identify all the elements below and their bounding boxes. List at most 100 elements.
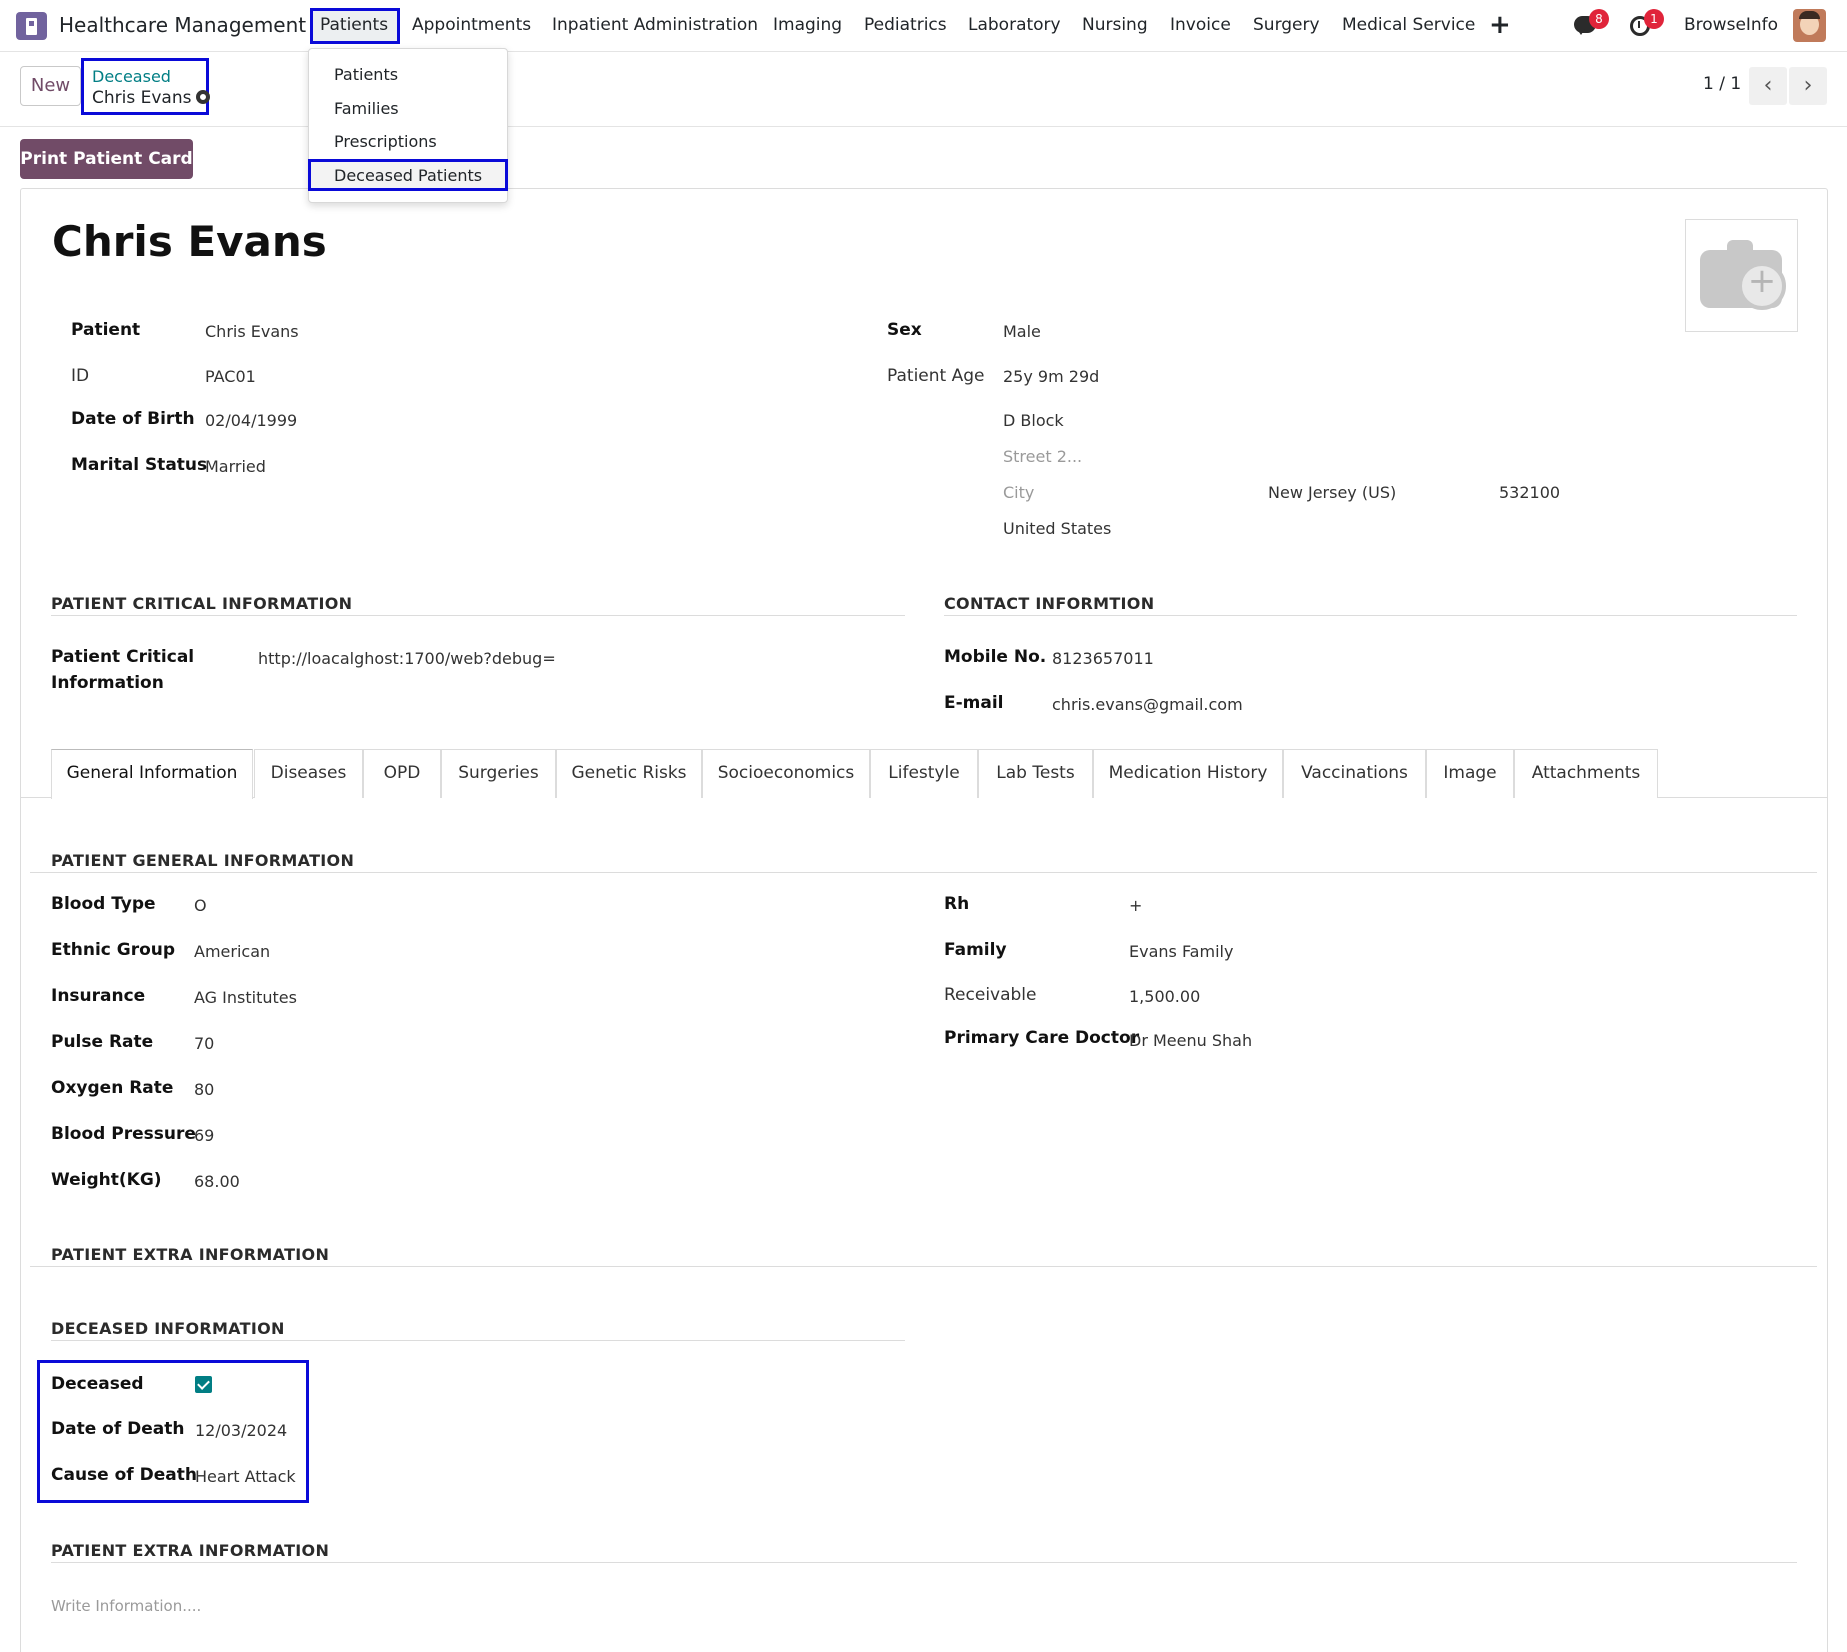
print-patient-card-button[interactable]: Print Patient Card bbox=[20, 139, 193, 179]
nav-menu-patients[interactable]: Patients bbox=[320, 15, 388, 35]
pager-next-button[interactable]: › bbox=[1789, 67, 1827, 105]
receivable-field: 1,500.00 bbox=[1129, 987, 1201, 1006]
deceased-info-section-title: DECEASED INFORMATION bbox=[51, 1319, 285, 1338]
street2-field[interactable]: Street 2... bbox=[1003, 447, 1082, 466]
state-field[interactable]: New Jersey (US) bbox=[1268, 483, 1396, 502]
deceased-info-separator bbox=[51, 1340, 905, 1341]
date-of-birth-field[interactable]: 02/04/1999 bbox=[205, 411, 297, 430]
cause-of-death-field[interactable]: Heart Attack bbox=[195, 1467, 296, 1486]
patients-dropdown-menu: Patients Families Prescriptions Deceased… bbox=[308, 48, 508, 203]
patient-age-field: 25y 9m 29d bbox=[1003, 367, 1100, 386]
patient-photo-field[interactable] bbox=[1685, 219, 1798, 332]
mobile-label: Mobile No. bbox=[944, 647, 1047, 667]
family-field[interactable]: Evans Family bbox=[1129, 942, 1233, 961]
patient-label: Patient bbox=[71, 320, 141, 340]
critical-info-separator bbox=[51, 615, 905, 616]
date-of-death-field[interactable]: 12/03/2024 bbox=[195, 1421, 287, 1440]
rh-field[interactable]: + bbox=[1129, 896, 1142, 915]
country-field[interactable]: United States bbox=[1003, 519, 1111, 538]
hospital-icon[interactable] bbox=[16, 12, 47, 40]
tab-lifestyle[interactable]: Lifestyle bbox=[870, 749, 978, 798]
family-label: Family bbox=[944, 940, 1007, 960]
blood-pressure-field[interactable]: 69 bbox=[194, 1126, 214, 1145]
patient-field[interactable]: Chris Evans bbox=[205, 322, 299, 341]
deceased-checkbox[interactable] bbox=[195, 1376, 212, 1393]
patient-age-label: Patient Age bbox=[887, 366, 985, 386]
tab-genetic-risks[interactable]: Genetic Risks bbox=[556, 749, 702, 798]
activity-count-badge: 1 bbox=[1644, 9, 1664, 29]
insurance-label: Insurance bbox=[51, 986, 146, 1006]
plus-icon[interactable]: + bbox=[1489, 10, 1511, 40]
blood-type-field[interactable]: O bbox=[194, 896, 207, 915]
extra-info-separator bbox=[30, 1266, 1817, 1267]
tab-diseases[interactable]: Diseases bbox=[254, 749, 363, 798]
blood-type-label: Blood Type bbox=[51, 894, 156, 914]
contact-info-separator bbox=[944, 615, 1797, 616]
nav-menu-pediatrics[interactable]: Pediatrics bbox=[864, 15, 947, 35]
pager-previous-button[interactable]: ‹ bbox=[1749, 67, 1787, 105]
company-switcher[interactable]: BrowseInfo bbox=[1684, 15, 1778, 35]
primary-care-doctor-field[interactable]: Dr Meenu Shah bbox=[1129, 1031, 1252, 1050]
email-field[interactable]: chris.evans@gmail.com bbox=[1052, 695, 1243, 714]
top-navbar: Healthcare Management Patients Appointme… bbox=[0, 0, 1847, 52]
rh-label: Rh bbox=[944, 894, 970, 914]
nav-menu-medical-service[interactable]: Medical Service bbox=[1342, 15, 1475, 35]
ethnic-group-field[interactable]: American bbox=[194, 942, 270, 961]
new-button[interactable]: New bbox=[20, 66, 81, 106]
menu-item-prescriptions[interactable]: Prescriptions bbox=[334, 132, 437, 151]
extra-info-textarea[interactable]: Write Information.... bbox=[51, 1597, 201, 1615]
menu-item-patients[interactable]: Patients bbox=[334, 65, 398, 84]
tab-attachments[interactable]: Attachments bbox=[1514, 749, 1658, 798]
breadcrumb-current: Chris Evans bbox=[92, 88, 211, 108]
tab-image[interactable]: Image bbox=[1426, 749, 1514, 798]
breadcrumb-parent-link[interactable]: Deceased bbox=[92, 67, 171, 86]
general-info-section-title: PATIENT GENERAL INFORMATION bbox=[51, 851, 355, 870]
oxygen-rate-label: Oxygen Rate bbox=[51, 1078, 174, 1098]
deceased-label: Deceased bbox=[51, 1374, 144, 1394]
weight-field[interactable]: 68.00 bbox=[194, 1172, 240, 1191]
email-label: E-mail bbox=[944, 693, 1004, 713]
sex-field[interactable]: Male bbox=[1003, 322, 1041, 341]
nav-menu-laboratory[interactable]: Laboratory bbox=[968, 15, 1061, 35]
nav-menu-invoice[interactable]: Invoice bbox=[1170, 15, 1231, 35]
marital-status-field[interactable]: Married bbox=[205, 457, 266, 476]
nav-menu-surgery[interactable]: Surgery bbox=[1253, 15, 1320, 35]
menu-item-families[interactable]: Families bbox=[334, 99, 399, 118]
critical-info-section-title: PATIENT CRITICAL INFORMATION bbox=[51, 594, 353, 613]
nav-menu-nursing[interactable]: Nursing bbox=[1082, 15, 1148, 35]
avatar[interactable] bbox=[1793, 9, 1826, 42]
pager-value[interactable]: 1 / 1 bbox=[1703, 74, 1741, 94]
tab-lab-tests[interactable]: Lab Tests bbox=[978, 749, 1093, 798]
app-name[interactable]: Healthcare Management bbox=[59, 13, 306, 37]
sex-label: Sex bbox=[887, 320, 922, 340]
contact-info-section-title: CONTACT INFORMTION bbox=[944, 594, 1155, 613]
gear-icon[interactable] bbox=[196, 90, 211, 104]
tab-surgeries[interactable]: Surgeries bbox=[441, 749, 556, 798]
street-field[interactable]: D Block bbox=[1003, 411, 1064, 430]
city-field[interactable]: City bbox=[1003, 483, 1034, 502]
tab-general-information[interactable]: General Information bbox=[51, 749, 253, 799]
camera-add-icon bbox=[1700, 240, 1786, 310]
oxygen-rate-field[interactable]: 80 bbox=[194, 1080, 214, 1099]
tab-vaccinations[interactable]: Vaccinations bbox=[1283, 749, 1426, 798]
pulse-rate-field[interactable]: 70 bbox=[194, 1034, 214, 1053]
tab-socioeconomics[interactable]: Socioeconomics bbox=[702, 749, 870, 798]
id-field[interactable]: PAC01 bbox=[205, 367, 256, 386]
insurance-field[interactable]: AG Institutes bbox=[194, 988, 297, 1007]
mobile-field[interactable]: 8123657011 bbox=[1052, 649, 1154, 668]
id-label: ID bbox=[71, 366, 90, 386]
page-title[interactable]: Chris Evans bbox=[52, 217, 327, 266]
critical-info-label-line1: Patient Critical bbox=[51, 647, 195, 667]
tab-opd[interactable]: OPD bbox=[363, 749, 441, 798]
critical-info-field[interactable]: http://loacalghost:1700/web?debug= bbox=[258, 649, 556, 668]
tab-medication-history[interactable]: Medication History bbox=[1093, 749, 1283, 798]
nav-menu-appointments[interactable]: Appointments bbox=[412, 15, 531, 35]
nav-menu-imaging[interactable]: Imaging bbox=[773, 15, 842, 35]
nav-menu-inpatient-administration[interactable]: Inpatient Administration bbox=[552, 15, 758, 35]
breadcrumb: Deceased Chris Evans bbox=[81, 58, 211, 115]
extra-info-2-separator bbox=[51, 1562, 1797, 1563]
menu-item-deceased-patients[interactable]: Deceased Patients bbox=[334, 166, 482, 185]
ethnic-group-label: Ethnic Group bbox=[51, 940, 176, 960]
receivable-label: Receivable bbox=[944, 985, 1037, 1005]
zip-field[interactable]: 532100 bbox=[1499, 483, 1560, 502]
